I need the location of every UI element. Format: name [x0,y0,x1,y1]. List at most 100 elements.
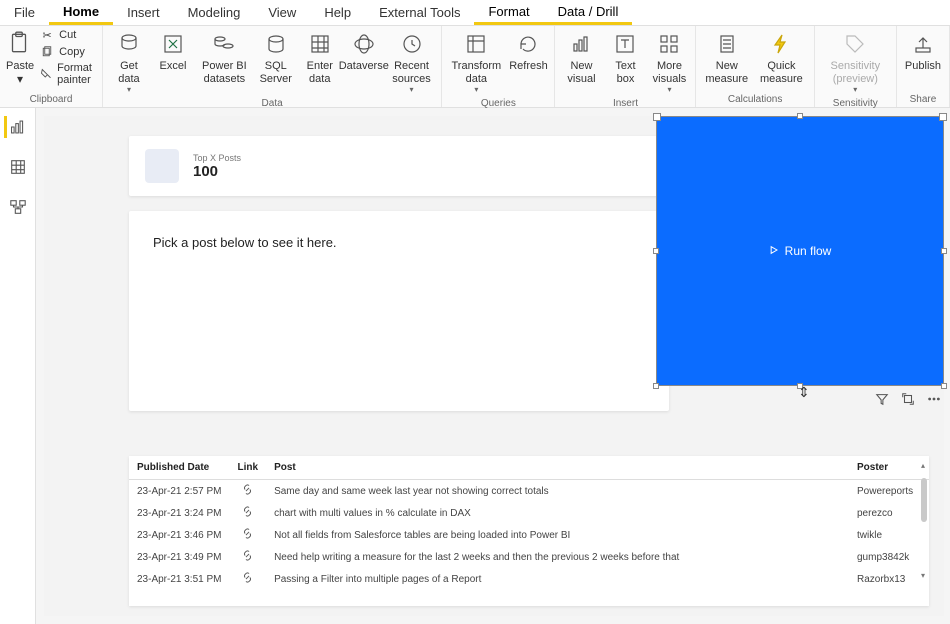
dataverse-label: Dataverse [339,60,389,73]
resize-handle[interactable] [941,248,947,254]
table-row[interactable]: 23-Apr-21 3:46 PMNot all fields from Sal… [129,524,929,546]
get-data-label: Get data [111,60,147,85]
format-painter-button[interactable]: Format painter [40,62,94,86]
table-row[interactable]: 23-Apr-21 3:24 PMchart with multi values… [129,502,929,524]
transform-data-button[interactable]: Transform data▾ [446,28,506,96]
text-icon [611,30,639,58]
more-options-icon[interactable] [926,391,942,407]
cell-post: Same day and same week last year not sho… [266,480,849,503]
chevron-down-icon: ▾ [409,85,413,94]
copy-icon [40,45,54,59]
chevron-down-icon: ▾ [667,85,671,94]
excel-icon [159,30,187,58]
menu-format[interactable]: Format [474,0,543,25]
cell-poster: gump3842k [849,546,929,568]
power-automate-visual[interactable]: Run flow [656,116,944,386]
scrollbar[interactable]: ▴ ▾ [919,462,927,580]
col-link[interactable]: Link [230,456,267,480]
more-visuals-label: More visuals [651,60,687,85]
table-row[interactable]: 23-Apr-21 3:49 PMNeed help writing a mea… [129,546,929,568]
transform-icon [462,30,490,58]
menu-file[interactable]: File [0,0,49,25]
paste-label: Paste [6,60,34,72]
menu-help[interactable]: Help [310,0,365,25]
scroll-up-icon[interactable]: ▴ [919,462,927,470]
col-post[interactable]: Post [266,456,849,480]
get-data-button[interactable]: Get data▾ [107,28,151,96]
enter-data-button[interactable]: Enter data [298,28,342,87]
table-row[interactable]: 23-Apr-21 3:51 PMPassing a Filter into m… [129,568,929,586]
cell-post: Passing a Filter into multiple pages of … [266,568,849,586]
share-group-label: Share [901,92,945,107]
report-canvas[interactable]: Top X Posts 100 Pick a post below to see… [36,108,950,624]
run-flow-button[interactable]: Run flow [769,244,832,258]
recent-sources-label: Recent sources [390,60,433,85]
ribbon: Paste ▾ ✂Cut Copy Format painter Clipboa… [0,26,950,108]
sql-server-button[interactable]: SQL Server [254,28,298,87]
text-box-button[interactable]: Text box [603,28,647,87]
paste-button[interactable]: Paste ▾ [4,28,36,88]
col-poster[interactable]: Poster [849,456,929,480]
kpi-card[interactable]: Top X Posts 100 [129,136,669,196]
resize-handle[interactable] [653,383,659,389]
new-visual-button[interactable]: New visual [559,28,603,87]
sensitivity-label: Sensitivity (preview) [823,60,888,85]
table-row[interactable]: 23-Apr-21 2:57 PM Same day and same week … [129,480,929,503]
cell-link[interactable] [230,524,267,546]
calculations-group-label: Calculations [700,92,809,107]
ribbon-group-insert: New visual Text box More visuals▾ Insert [555,26,696,107]
resize-handle[interactable] [797,383,803,389]
resize-handle[interactable] [653,248,659,254]
recent-sources-button[interactable]: Recent sources▾ [386,28,437,96]
grid-dots-icon [655,30,683,58]
more-visuals-button[interactable]: More visuals▾ [647,28,691,96]
cell-link[interactable] [230,546,267,568]
data-view-button[interactable] [7,156,29,178]
detail-card[interactable]: Pick a post below to see it here. [129,211,669,411]
scroll-thumb[interactable] [921,478,927,522]
report-view-button[interactable] [4,116,26,138]
refresh-button[interactable]: Refresh [506,28,550,75]
menu-modeling[interactable]: Modeling [174,0,255,25]
copy-button[interactable]: Copy [40,45,94,59]
pbi-datasets-button[interactable]: Power BI datasets [195,28,254,87]
new-measure-button[interactable]: New measure [700,28,753,87]
clock-icon [398,30,426,58]
kpi-label: Top X Posts [193,153,241,163]
col-published-date[interactable]: Published Date [129,456,230,480]
model-view-button[interactable] [7,196,29,218]
chevron-down-icon: ▾ [17,72,23,86]
cell-date: 23-Apr-21 2:57 PM [129,480,230,503]
copy-label: Copy [59,46,85,58]
dataverse-button[interactable]: Dataverse [342,28,386,75]
cell-poster: twikle [849,524,929,546]
resize-handle[interactable] [941,383,947,389]
posts-table-visual[interactable]: Published Date Link Post Poster 23-Apr-2… [129,456,929,606]
excel-button[interactable]: Excel [151,28,195,75]
menu-data-drill[interactable]: Data / Drill [544,0,633,25]
grid-icon [306,30,334,58]
filter-icon[interactable] [874,391,890,407]
focus-mode-icon[interactable] [900,391,916,407]
scissors-icon: ✂ [40,28,54,42]
publish-button[interactable]: Publish [901,28,945,75]
menu-insert[interactable]: Insert [113,0,174,25]
enter-data-label: Enter data [302,60,338,85]
menu-bar: File Home Insert Modeling View Help Exte… [0,0,950,26]
cell-link[interactable] [230,568,267,586]
resize-handle[interactable] [797,113,803,119]
pick-message: Pick a post below to see it here. [153,235,645,250]
menu-view[interactable]: View [254,0,310,25]
cell-link[interactable] [230,480,267,503]
ribbon-group-data: Get data▾ Excel Power BI datasets SQL Se… [103,26,442,107]
cell-poster: Powereports [849,480,929,503]
chevron-down-icon: ▾ [474,85,478,94]
quick-measure-button[interactable]: Quick measure [753,28,810,87]
menu-home[interactable]: Home [49,0,113,25]
cut-label: Cut [59,29,76,41]
menu-external-tools[interactable]: External Tools [365,0,474,25]
cell-link[interactable] [230,502,267,524]
cut-button[interactable]: ✂ Cut [40,28,94,42]
cell-post: chart with multi values in % calculate i… [266,502,849,524]
scroll-down-icon[interactable]: ▾ [919,572,927,580]
